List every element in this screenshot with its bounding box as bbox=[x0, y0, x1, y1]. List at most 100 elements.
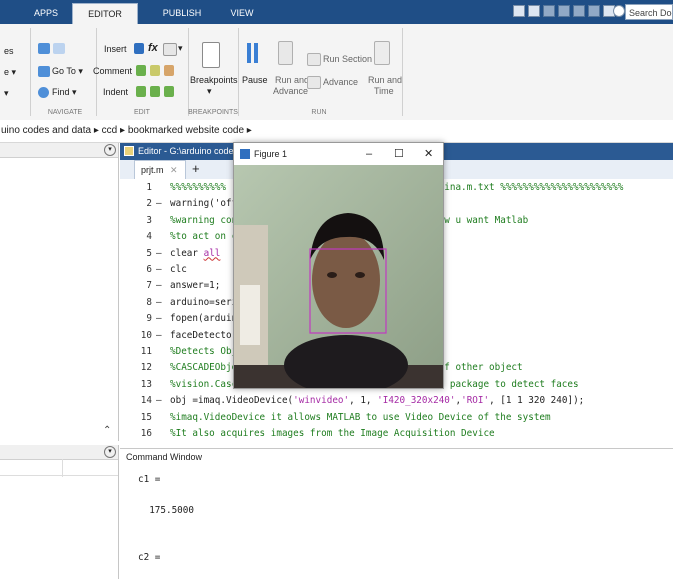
undo-icon[interactable] bbox=[588, 5, 600, 17]
tab-editor[interactable]: EDITOR bbox=[72, 3, 138, 25]
quick-access-icon[interactable] bbox=[513, 5, 525, 17]
run-and-time-icon bbox=[374, 41, 390, 65]
current-folder-pane[interactable]: ▾ ⌃ bbox=[0, 143, 119, 441]
ribbon: es e ▾ ▾ Go To ▾ Find ▾ NAVIGATE Insert … bbox=[0, 24, 673, 121]
breadcrumb-item-arduino-codes[interactable]: uino codes and data bbox=[1, 125, 91, 136]
decrease-indent-icon[interactable] bbox=[164, 86, 174, 97]
line-number[interactable]: 1 bbox=[120, 182, 152, 193]
line-number[interactable]: 14 bbox=[120, 395, 152, 406]
breadcrumb-item-ccd[interactable]: ccd bbox=[102, 125, 118, 136]
line-number[interactable]: 7 bbox=[120, 280, 152, 291]
function-browser-icon[interactable] bbox=[163, 43, 177, 56]
line-number[interactable]: 9 bbox=[120, 313, 152, 324]
figure-window[interactable]: Figure 1 – ☐ ✕ bbox=[233, 142, 444, 389]
ribbon-file-item-2[interactable]: e ▾ bbox=[4, 67, 16, 78]
run-section-button[interactable]: Run Section bbox=[323, 54, 372, 64]
line-number[interactable]: 6 bbox=[120, 264, 152, 275]
insert-dropdown-icon[interactable]: ▾ bbox=[178, 43, 183, 54]
comment-button[interactable]: Comment bbox=[93, 66, 132, 76]
breadcrumb-separator-icon: ▸ bbox=[93, 125, 102, 136]
pane-options-icon[interactable]: ▾ bbox=[104, 144, 116, 156]
uncomment-icon[interactable] bbox=[150, 65, 160, 76]
code-text: %Detects Obj bbox=[170, 346, 238, 357]
cut-icon[interactable] bbox=[543, 5, 555, 17]
breakpoint-dash[interactable]: – bbox=[156, 313, 162, 324]
code-line[interactable]: 14– obj =imaq.VideoDevice('winvideo', 1, … bbox=[120, 395, 673, 409]
code-line[interactable]: 16 %It also acquires images from the Imag… bbox=[120, 428, 673, 442]
matlab-figure-icon bbox=[240, 149, 250, 159]
tab-view[interactable]: VIEW bbox=[222, 3, 262, 24]
wrap-comments-icon[interactable] bbox=[164, 65, 174, 76]
editor-tab-prjt[interactable]: prjt.m ✕ bbox=[134, 160, 186, 179]
line-number[interactable]: 4 bbox=[120, 231, 152, 242]
search-documentation-input[interactable]: Search Docu bbox=[625, 4, 673, 20]
code-line[interactable]: 15 %imaq.VideoDevice it allows MATLAB to … bbox=[120, 412, 673, 426]
find-icon bbox=[38, 87, 49, 98]
close-button[interactable]: ✕ bbox=[424, 143, 433, 165]
code-text: faceDetector bbox=[170, 329, 238, 341]
breakpoint-dash[interactable]: – bbox=[156, 330, 162, 341]
line-number[interactable]: 10 bbox=[120, 330, 152, 341]
maximize-button[interactable]: ☐ bbox=[394, 143, 404, 165]
figure-title-text: Figure 1 bbox=[254, 149, 288, 159]
paste-icon[interactable] bbox=[573, 5, 585, 17]
line-number[interactable]: 15 bbox=[120, 412, 152, 423]
run-and-time-button-line1[interactable]: Run and bbox=[368, 75, 402, 85]
current-folder-header bbox=[0, 143, 118, 158]
breakpoint-dash[interactable]: – bbox=[156, 198, 162, 209]
indent-button[interactable]: Indent bbox=[103, 87, 128, 97]
run-and-advance-button-line2[interactable]: Advance bbox=[273, 86, 308, 96]
line-number[interactable]: 13 bbox=[120, 379, 152, 390]
breakpoints-button[interactable]: Breakpoints bbox=[190, 75, 238, 85]
code-text: arduino=seri bbox=[170, 296, 238, 308]
tab-apps[interactable]: APPS bbox=[24, 3, 68, 24]
new-tab-button[interactable]: + bbox=[192, 161, 200, 177]
save-icon[interactable] bbox=[528, 5, 540, 17]
line-number[interactable]: 2 bbox=[120, 198, 152, 209]
line-number[interactable]: 8 bbox=[120, 297, 152, 308]
line-number[interactable]: 3 bbox=[120, 215, 152, 226]
figure-titlebar[interactable]: Figure 1 – ☐ ✕ bbox=[234, 143, 443, 165]
insert-button[interactable]: Insert bbox=[104, 44, 127, 54]
ribbon-file-item-1[interactable]: es bbox=[4, 46, 14, 56]
forward-arrow-icon[interactable] bbox=[53, 43, 65, 54]
pause-button[interactable]: Pause bbox=[242, 75, 268, 85]
breakpoint-dash[interactable]: – bbox=[156, 280, 162, 291]
command-window-titlebar: Command Window bbox=[120, 448, 673, 467]
find-button[interactable]: Find ▾ bbox=[52, 87, 77, 98]
breadcrumb-separator-icon: ▸ bbox=[246, 125, 252, 136]
code-text: %imaq.VideoDevice it allows MATLAB to us… bbox=[170, 411, 551, 423]
goto-button[interactable]: Go To ▾ bbox=[52, 66, 83, 77]
copy-icon[interactable] bbox=[558, 5, 570, 17]
breakpoints-dropdown-icon[interactable]: ▾ bbox=[207, 86, 212, 97]
fx-button[interactable]: fx bbox=[148, 42, 158, 54]
close-tab-icon[interactable]: ✕ bbox=[170, 165, 178, 175]
back-arrow-icon[interactable] bbox=[38, 43, 50, 54]
command-window[interactable]: c1 = 175.5000 c2 = bbox=[120, 466, 673, 579]
breakpoint-dash[interactable]: – bbox=[156, 395, 162, 406]
breadcrumb-item-bookmarked[interactable]: bookmarked website code bbox=[128, 125, 244, 136]
line-number[interactable]: 11 bbox=[120, 346, 152, 357]
code-text: clc bbox=[170, 264, 187, 275]
advance-button[interactable]: Advance bbox=[323, 77, 358, 87]
run-and-time-button-line2[interactable]: Time bbox=[374, 86, 394, 96]
advance-icon bbox=[307, 76, 321, 89]
help-icon[interactable] bbox=[613, 5, 625, 17]
pane-options-icon[interactable]: ▾ bbox=[104, 446, 116, 458]
scroll-up-icon[interactable]: ⌃ bbox=[103, 425, 111, 436]
breakpoint-dash[interactable]: – bbox=[156, 297, 162, 308]
code-text: answer=1; bbox=[170, 280, 221, 292]
line-number[interactable]: 16 bbox=[120, 428, 152, 439]
minimize-button[interactable]: – bbox=[366, 143, 372, 165]
line-number[interactable]: 5 bbox=[120, 248, 152, 259]
workspace-pane[interactable]: ▾ bbox=[0, 445, 119, 579]
breakpoint-dash[interactable]: – bbox=[156, 264, 162, 275]
line-number[interactable]: 12 bbox=[120, 362, 152, 373]
increase-indent-icon[interactable] bbox=[150, 86, 160, 97]
code-text: obj =imaq.VideoDevice('winvideo', 1, 'I4… bbox=[170, 395, 585, 407]
ribbon-file-item-3[interactable]: ▾ bbox=[4, 88, 9, 99]
tab-publish[interactable]: PUBLISH bbox=[146, 3, 218, 24]
breakpoint-dash[interactable]: – bbox=[156, 248, 162, 259]
run-and-advance-button-line1[interactable]: Run and bbox=[275, 75, 309, 85]
code-text: clear all bbox=[170, 247, 221, 259]
